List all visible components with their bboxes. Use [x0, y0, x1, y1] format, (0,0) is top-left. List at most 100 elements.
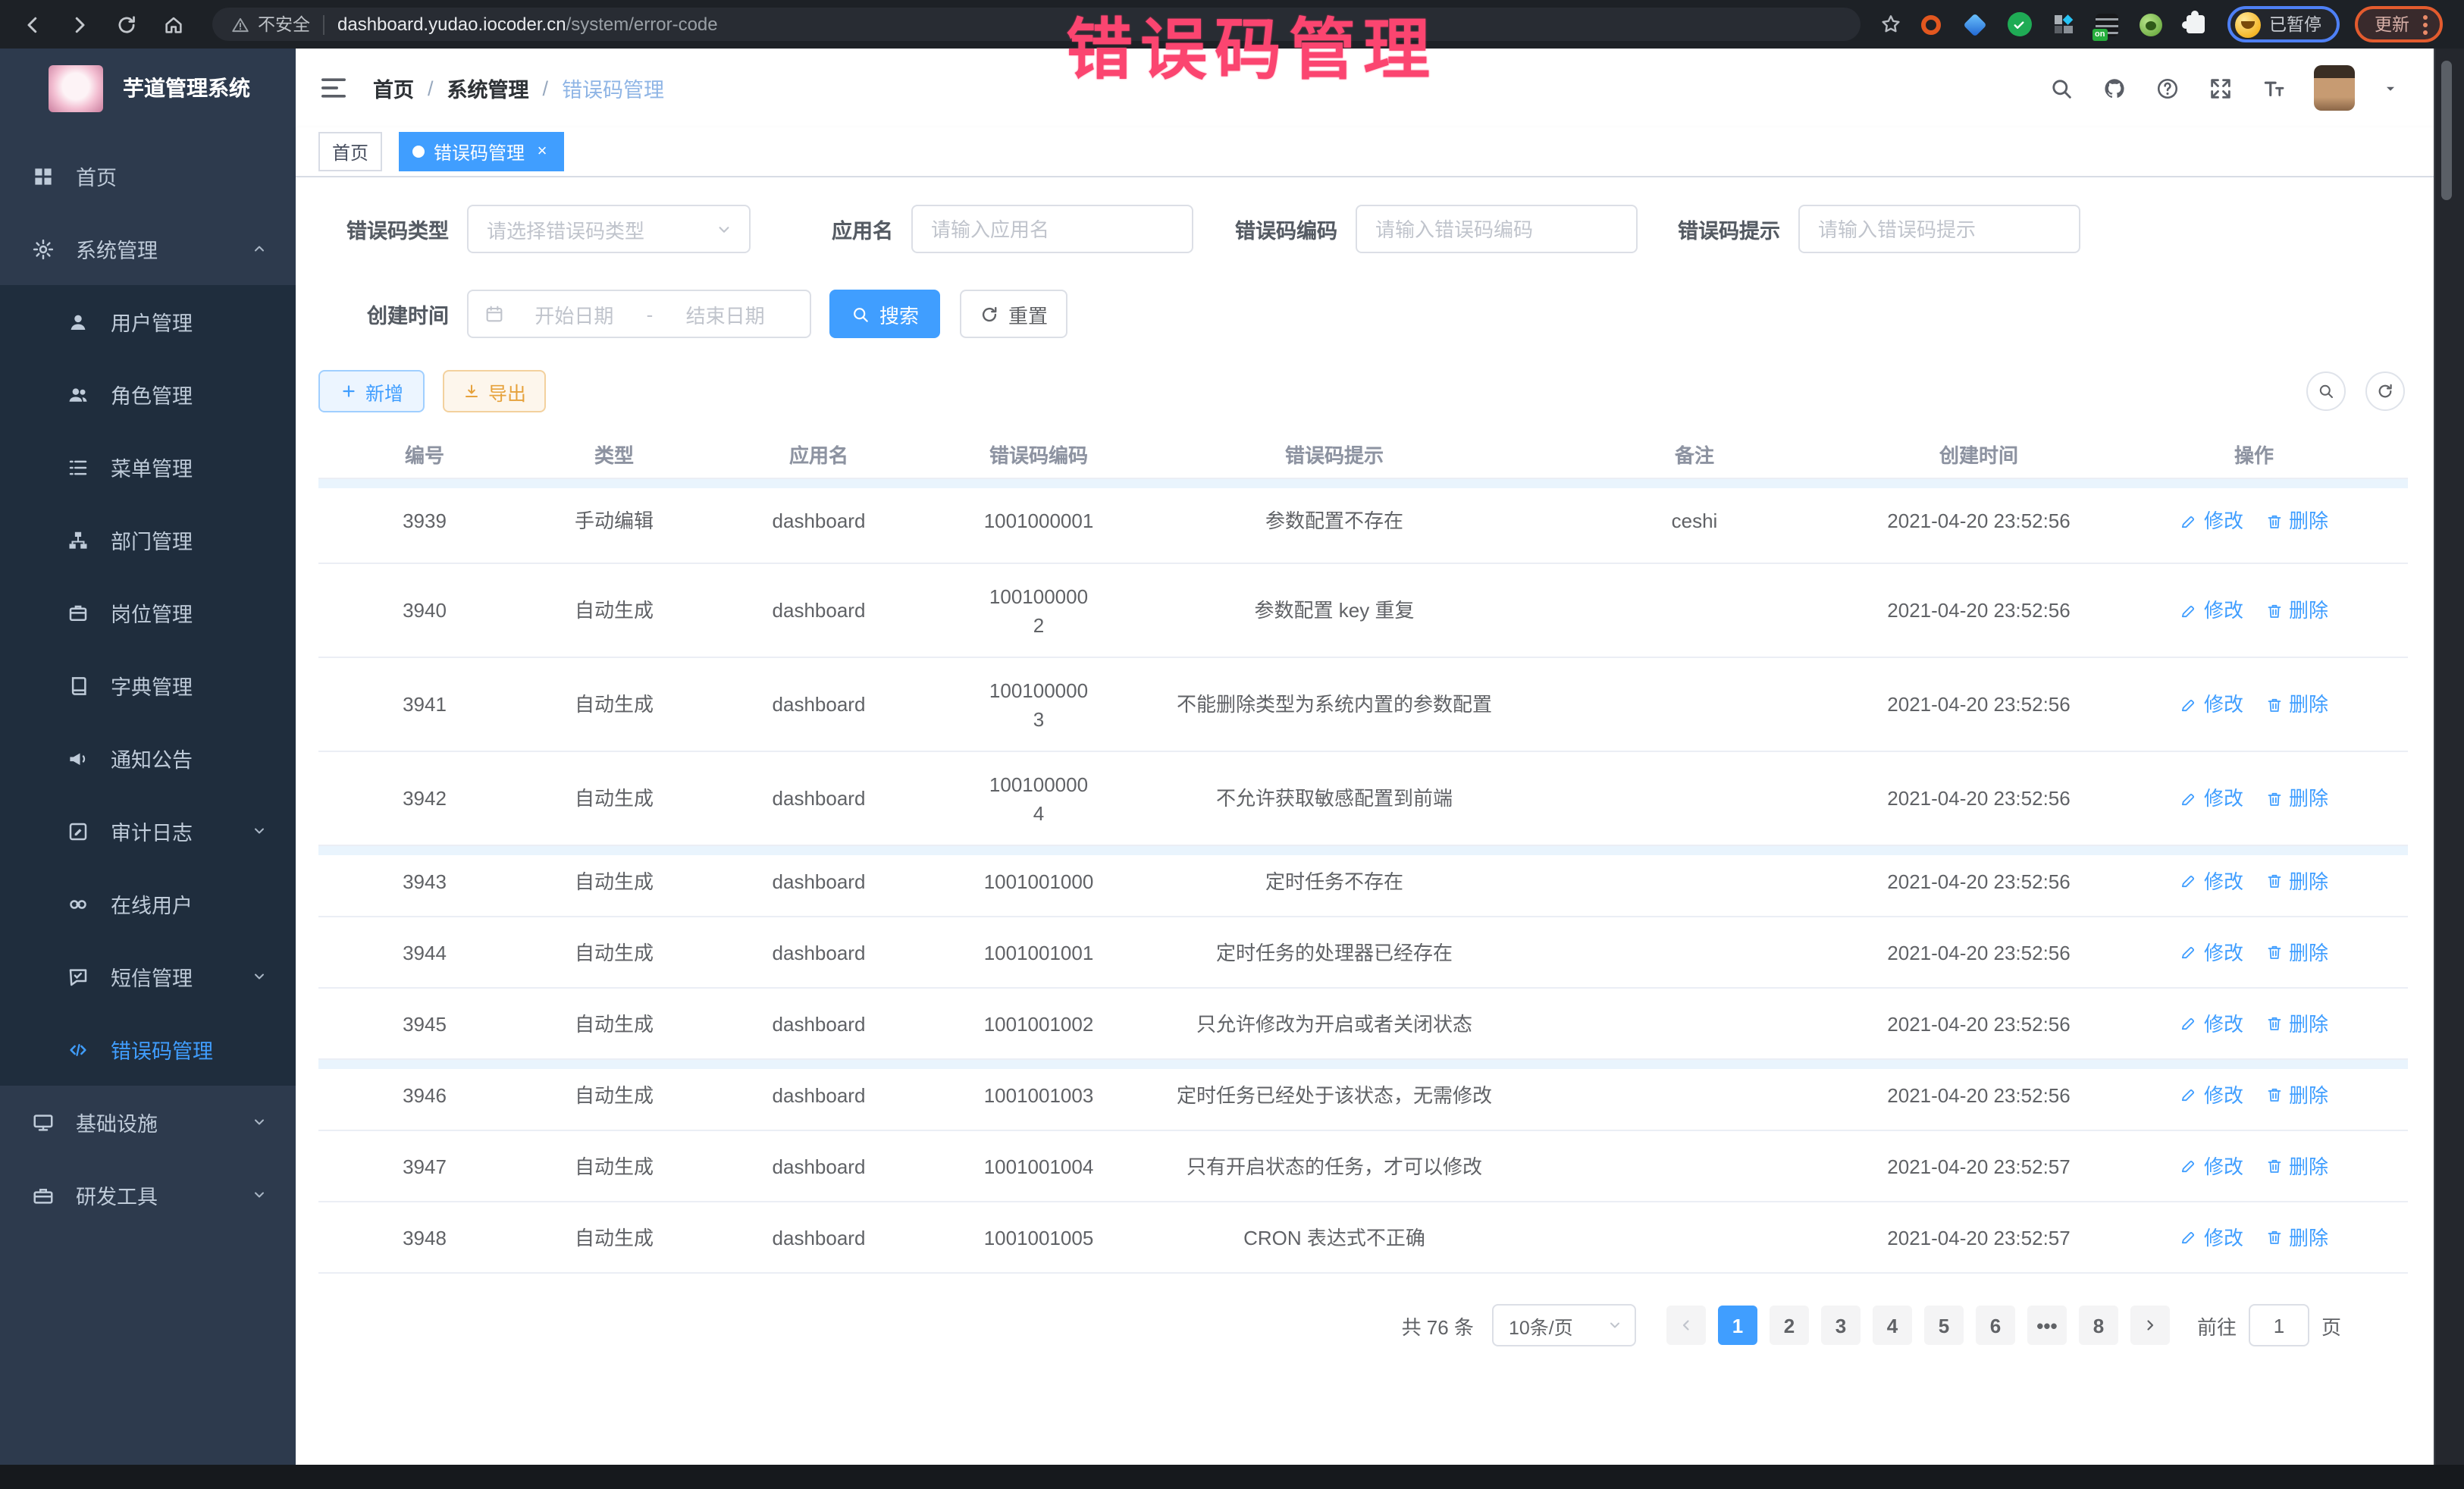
sidebar-item-dev-tools[interactable]: 研发工具: [0, 1158, 296, 1231]
breadcrumb-item[interactable]: 首页: [373, 73, 414, 103]
page-button-1[interactable]: 1: [1718, 1306, 1757, 1345]
delete-link[interactable]: 删除: [2265, 506, 2328, 535]
browser-reload-button[interactable]: [109, 8, 143, 41]
delete-link[interactable]: 删除: [2265, 596, 2328, 625]
edit-link[interactable]: 修改: [2180, 506, 2243, 535]
font-size-icon[interactable]: [2261, 75, 2287, 101]
chevron-down-icon[interactable]: [2382, 80, 2399, 96]
chevron-down-icon: [250, 822, 268, 840]
sidebar-item-dict-management[interactable]: 字典管理: [0, 649, 296, 722]
extension-gem-icon[interactable]: [1961, 11, 1989, 38]
table-body: 3939手动编辑dashboard1001000001参数配置不存在ceshi2…: [318, 479, 2408, 1274]
tab-error-code-management[interactable]: 错误码管理 ×: [399, 132, 564, 171]
page-button-8[interactable]: 8: [2079, 1306, 2118, 1345]
error-code-input[interactable]: [1356, 205, 1638, 253]
user-avatar[interactable]: [2314, 65, 2355, 111]
extension-tampermonkey-icon[interactable]: [2137, 11, 2165, 38]
hamburger-icon[interactable]: [318, 73, 349, 103]
bookmark-star-icon[interactable]: [1875, 9, 1905, 39]
table-search-toggle-button[interactable]: [2306, 371, 2346, 411]
sidebar-item-audit-log[interactable]: 审计日志: [0, 795, 296, 867]
sidebar-item-role-management[interactable]: 角色管理: [0, 358, 296, 431]
app-name-input[interactable]: [911, 205, 1193, 253]
delete-link[interactable]: 删除: [2265, 1223, 2328, 1252]
delete-link[interactable]: 删除: [2265, 784, 2328, 813]
end-date-input[interactable]: 结束日期: [656, 299, 795, 328]
reset-button[interactable]: 重置: [960, 290, 1067, 338]
delete-link[interactable]: 删除: [2265, 1080, 2328, 1109]
delete-link[interactable]: 删除: [2265, 1152, 2328, 1180]
edit-link[interactable]: 修改: [2180, 1223, 2243, 1252]
breadcrumb-item[interactable]: 系统管理: [447, 73, 529, 103]
page-button-2[interactable]: 2: [1770, 1306, 1809, 1345]
browser-home-button[interactable]: [156, 8, 190, 41]
delete-link[interactable]: 删除: [2265, 938, 2328, 967]
app-logo-row[interactable]: 芋道管理系统: [0, 49, 296, 127]
tags-view-bar: 首页 错误码管理 ×: [296, 127, 2464, 177]
sidebar-item-system-management[interactable]: 系统管理: [0, 212, 296, 285]
search-icon[interactable]: [2049, 75, 2074, 101]
profile-emoji-avatar: [2234, 11, 2260, 37]
github-icon[interactable]: [2102, 75, 2127, 101]
delete-link[interactable]: 删除: [2265, 690, 2328, 719]
cell-type: 自动生成: [531, 775, 698, 822]
browser-forward-button[interactable]: [62, 8, 96, 41]
edit-link[interactable]: 修改: [2180, 1152, 2243, 1180]
browser-back-button[interactable]: [15, 8, 49, 41]
extension-puzzle-icon[interactable]: [2181, 11, 2209, 38]
edit-link[interactable]: 修改: [2180, 596, 2243, 625]
sidebar-item-home[interactable]: 首页: [0, 139, 296, 212]
extension-grid-icon[interactable]: [2049, 11, 2077, 38]
help-icon[interactable]: [2155, 75, 2180, 101]
edit-link[interactable]: 修改: [2180, 784, 2243, 813]
browser-menu-dots-icon[interactable]: [2423, 22, 2428, 27]
edit-link[interactable]: 修改: [2180, 1009, 2243, 1038]
address-bar[interactable]: 不安全 dashboard.yudao.iocoder.cn /system/e…: [212, 8, 1860, 41]
date-range-picker[interactable]: 开始日期 - 结束日期: [467, 290, 811, 338]
cell-type: 自动生成: [531, 929, 698, 976]
sidebar-item-online-users[interactable]: 在线用户: [0, 867, 296, 940]
error-code-type-select[interactable]: 请选择错误码类型: [467, 205, 751, 253]
page-button-6[interactable]: 6: [1976, 1306, 2015, 1345]
sidebar-item-menu-management[interactable]: 菜单管理: [0, 431, 296, 503]
sidebar-item-user-management[interactable]: 用户管理: [0, 285, 296, 358]
page-button-5[interactable]: 5: [1924, 1306, 1964, 1345]
page-button-3[interactable]: 3: [1821, 1306, 1861, 1345]
tab-close-icon[interactable]: ×: [534, 143, 550, 160]
pagination: 共 76 条 10条/页 123456•••8 前往 页: [318, 1304, 2408, 1346]
browser-update-button[interactable]: 更新: [2355, 6, 2443, 42]
extension-switch-icon[interactable]: on: [2093, 11, 2121, 38]
edit-link[interactable]: 修改: [2180, 690, 2243, 719]
fullscreen-icon[interactable]: [2208, 75, 2234, 101]
export-button[interactable]: 导出: [443, 370, 546, 412]
edit-icon: [2180, 789, 2198, 807]
app-title: 芋道管理系统: [123, 73, 250, 103]
table-refresh-button[interactable]: [2365, 371, 2405, 411]
search-button[interactable]: 搜索: [829, 290, 940, 338]
edit-link[interactable]: 修改: [2180, 867, 2243, 895]
page-size-select[interactable]: 10条/页: [1492, 1304, 1636, 1346]
browser-profile-button[interactable]: 已暂停: [2227, 6, 2340, 42]
page-button-4[interactable]: 4: [1873, 1306, 1912, 1345]
edit-link[interactable]: 修改: [2180, 938, 2243, 967]
page-ellipsis[interactable]: •••: [2027, 1306, 2067, 1345]
jump-page-input[interactable]: [2249, 1304, 2309, 1346]
prev-page-button[interactable]: [1666, 1306, 1706, 1345]
tab-home[interactable]: 首页: [318, 132, 382, 171]
delete-link[interactable]: 删除: [2265, 867, 2328, 895]
error-hint-input[interactable]: [1798, 205, 2080, 253]
sidebar-item-post-management[interactable]: 岗位管理: [0, 576, 296, 649]
sidebar-item-dept-management[interactable]: 部门管理: [0, 503, 296, 576]
sidebar-item-error-code-management[interactable]: 错误码管理: [0, 1013, 296, 1086]
edit-link[interactable]: 修改: [2180, 1080, 2243, 1109]
next-page-button[interactable]: [2130, 1306, 2170, 1345]
extension-green-check-icon[interactable]: [2005, 11, 2033, 38]
start-date-input[interactable]: 开始日期: [505, 299, 644, 328]
sidebar-item-notice-announcement[interactable]: 通知公告: [0, 722, 296, 795]
extension-orange-icon[interactable]: [1917, 11, 1945, 38]
sidebar-item-infrastructure[interactable]: 基础设施: [0, 1086, 296, 1158]
sidebar-item-sms-management[interactable]: 短信管理: [0, 940, 296, 1013]
delete-link[interactable]: 删除: [2265, 1009, 2328, 1038]
add-button[interactable]: 新增: [318, 370, 425, 412]
scrollbar-thumb[interactable]: [2441, 61, 2452, 200]
